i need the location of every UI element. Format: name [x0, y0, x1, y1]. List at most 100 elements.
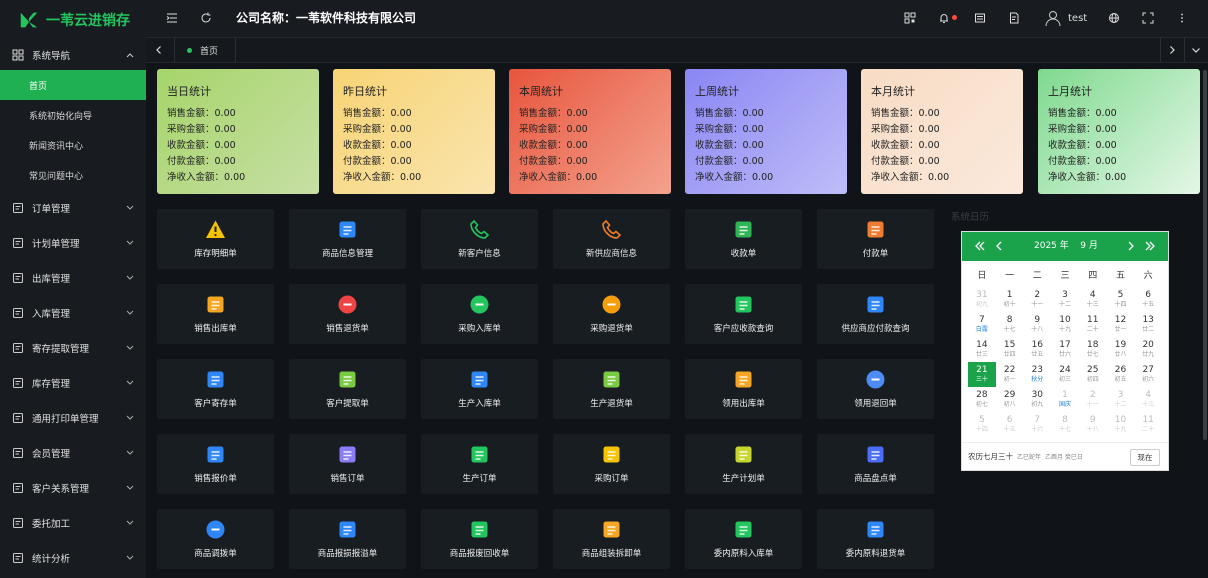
- sidebar-item-7[interactable]: 通用打印单管理: [0, 400, 146, 435]
- calendar-day[interactable]: 1 初十: [996, 287, 1024, 312]
- calendar-day[interactable]: 19 廿八: [1107, 337, 1135, 362]
- calendar-day[interactable]: 26 初五: [1107, 362, 1135, 387]
- calendar-day[interactable]: 16 廿五: [1023, 337, 1051, 362]
- message-icon[interactable]: [974, 12, 986, 24]
- shortcut-tile-9[interactable]: 采购入库单: [421, 284, 538, 344]
- now-button[interactable]: 现在: [1130, 449, 1160, 466]
- sidebar-item-1[interactable]: 订单管理: [0, 190, 146, 225]
- sidebar-item-2[interactable]: 计划单管理: [0, 225, 146, 260]
- shortcut-tile-15[interactable]: 生产入库单: [421, 359, 538, 419]
- shortcut-tile-28[interactable]: 商品组装拆卸单: [553, 509, 670, 569]
- shortcut-tile-12[interactable]: 供应商应付款查询: [817, 284, 934, 344]
- next-month-icon[interactable]: [1125, 240, 1137, 252]
- calendar-year-month[interactable]: 2025 年 9 月: [1034, 232, 1098, 261]
- calendar-day[interactable]: 5 十四: [968, 412, 996, 437]
- shortcut-tile-2[interactable]: 商品信息管理: [289, 209, 406, 269]
- calendar-day[interactable]: 6 十五: [1134, 287, 1162, 312]
- shortcut-tile-4[interactable]: 新供应商信息: [553, 209, 670, 269]
- calendar-day[interactable]: 9 十八: [1023, 312, 1051, 337]
- next-year-icon[interactable]: [1144, 240, 1156, 252]
- sidebar-subitem-init-wizard[interactable]: 系统初始化向导: [0, 100, 146, 130]
- calendar-day[interactable]: 1 国庆: [1051, 387, 1079, 412]
- document-icon[interactable]: [1008, 12, 1020, 24]
- calendar-day[interactable]: 2 十一: [1023, 287, 1051, 312]
- shortcut-tile-23[interactable]: 生产计划单: [685, 434, 802, 494]
- shortcut-tile-21[interactable]: 生产订单: [421, 434, 538, 494]
- calendar-day[interactable]: 31 初九: [968, 287, 996, 312]
- avatar[interactable]: [1044, 9, 1062, 27]
- shortcut-tile-30[interactable]: 委内原料退货单: [817, 509, 934, 569]
- chevron-left-icon[interactable]: [154, 45, 164, 55]
- fullscreen-icon[interactable]: [1142, 12, 1154, 24]
- shortcut-tile-8[interactable]: 销售退货单: [289, 284, 406, 344]
- calendar-day[interactable]: 18 廿七: [1079, 337, 1107, 362]
- sidebar-item-10[interactable]: 委托加工: [0, 505, 146, 540]
- calendar-day[interactable]: 23 秋分: [1023, 362, 1051, 387]
- calendar-day-today[interactable]: 21 三十: [968, 362, 996, 387]
- sidebar-item-9[interactable]: 客户关系管理: [0, 470, 146, 505]
- prev-year-icon[interactable]: [974, 240, 986, 252]
- calendar-day[interactable]: 20 廿九: [1134, 337, 1162, 362]
- calendar-day[interactable]: 10 十九: [1051, 312, 1079, 337]
- shortcut-tile-27[interactable]: 商品报废回收单: [421, 509, 538, 569]
- calendar-day[interactable]: 22 初一: [996, 362, 1024, 387]
- shortcut-tile-24[interactable]: 商品盘点单: [817, 434, 934, 494]
- shortcut-tile-22[interactable]: 采购订单: [553, 434, 670, 494]
- shortcut-tile-13[interactable]: 客户寄存单: [157, 359, 274, 419]
- prev-month-icon[interactable]: [993, 240, 1005, 252]
- tab-home[interactable]: 首页: [174, 38, 236, 62]
- calendar-day[interactable]: 2 十一: [1079, 387, 1107, 412]
- calendar-day[interactable]: 4 十三: [1079, 287, 1107, 312]
- sidebar-subitem-faq-center[interactable]: 常见问题中心: [0, 160, 146, 190]
- shortcut-tile-14[interactable]: 客户提取单: [289, 359, 406, 419]
- calendar-day[interactable]: 14 廿三: [968, 337, 996, 362]
- calendar-day[interactable]: 13 廿二: [1134, 312, 1162, 337]
- shortcut-tile-5[interactable]: 收款单: [685, 209, 802, 269]
- shortcut-tile-16[interactable]: 生产退货单: [553, 359, 670, 419]
- calendar-day[interactable]: 9 十八: [1079, 412, 1107, 437]
- calendar-day[interactable]: 27 初六: [1134, 362, 1162, 387]
- shortcut-tile-3[interactable]: 新客户信息: [421, 209, 538, 269]
- calendar-day[interactable]: 3 十二: [1107, 387, 1135, 412]
- sidebar-item-11[interactable]: 统计分析: [0, 540, 146, 575]
- sidebar-item-4[interactable]: 入库管理: [0, 295, 146, 330]
- calendar-day[interactable]: 4 十三: [1134, 387, 1162, 412]
- calendar-day[interactable]: 12 廿一: [1107, 312, 1135, 337]
- sidebar-item-3[interactable]: 出库管理: [0, 260, 146, 295]
- shortcut-tile-10[interactable]: 采购退货单: [553, 284, 670, 344]
- shortcut-tile-25[interactable]: 商品调拨单: [157, 509, 274, 569]
- globe-icon[interactable]: [1108, 12, 1120, 24]
- shortcut-tile-17[interactable]: 领用出库单: [685, 359, 802, 419]
- calendar-day[interactable]: 7 白露: [968, 312, 996, 337]
- calendar-day[interactable]: 17 廿六: [1051, 337, 1079, 362]
- logo[interactable]: 一苇云进销存: [0, 0, 146, 40]
- calendar-day[interactable]: 25 初四: [1079, 362, 1107, 387]
- sidebar-item-5[interactable]: 寄存提取管理: [0, 330, 146, 365]
- calendar-day[interactable]: 29 初八: [996, 387, 1024, 412]
- shortcut-tile-26[interactable]: 商品报损报溢单: [289, 509, 406, 569]
- shortcut-tile-6[interactable]: 付款单: [817, 209, 934, 269]
- chevron-down-icon[interactable]: [1191, 45, 1201, 55]
- shortcut-tile-7[interactable]: 销售出库单: [157, 284, 274, 344]
- calendar-day[interactable]: 3 十二: [1051, 287, 1079, 312]
- calendar-day[interactable]: 11 二十: [1079, 312, 1107, 337]
- scrollbar[interactable]: [1203, 70, 1207, 440]
- bell-icon[interactable]: [938, 12, 950, 24]
- calendar-day[interactable]: 6 十五: [996, 412, 1024, 437]
- calendar-day[interactable]: 8 十七: [996, 312, 1024, 337]
- calendar-day[interactable]: 8 十七: [1051, 412, 1079, 437]
- sidebar-subitem-news-center[interactable]: 新闻资讯中心: [0, 130, 146, 160]
- shortcut-tile-29[interactable]: 委内原料入库单: [685, 509, 802, 569]
- calendar-day[interactable]: 30 初九: [1023, 387, 1051, 412]
- calendar-day[interactable]: 28 初七: [968, 387, 996, 412]
- shortcut-tile-11[interactable]: 客户应收款查询: [685, 284, 802, 344]
- calendar-day[interactable]: 15 廿四: [996, 337, 1024, 362]
- shortcut-tile-18[interactable]: 领用退回单: [817, 359, 934, 419]
- more-vertical-icon[interactable]: [1176, 12, 1188, 24]
- sidebar-item-6[interactable]: 库存管理: [0, 365, 146, 400]
- sidebar-group-system-nav[interactable]: 系统导航: [0, 40, 146, 70]
- user-name[interactable]: test: [1068, 0, 1087, 37]
- calendar-day[interactable]: 11 二十: [1134, 412, 1162, 437]
- sidebar-subitem-home[interactable]: 首页: [0, 70, 146, 100]
- shortcut-tile-1[interactable]: 库存明细单: [157, 209, 274, 269]
